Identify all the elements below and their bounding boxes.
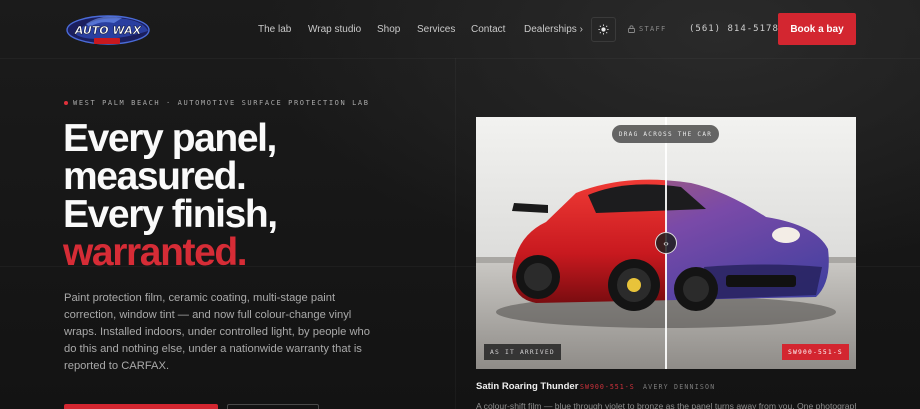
- caption-title: Satin Roaring Thunder: [476, 381, 579, 392]
- brand-logo-mark: AUTO WAX: [66, 15, 150, 45]
- hero-eyebrow: WEST PALM BEACH · AUTOMOTIVE SURFACE PRO…: [64, 99, 370, 107]
- caption-description: A colour-shift film — blue through viole…: [476, 401, 856, 409]
- before-label: AS IT ARRIVED: [484, 344, 561, 360]
- staff-login-link[interactable]: STAFF: [628, 25, 667, 33]
- grid-line: [455, 58, 456, 409]
- hero-lead-paragraph: Paint protection film, ceramic coating, …: [64, 292, 370, 372]
- caption-code: SW900-551-S: [580, 383, 635, 391]
- page: AUTO WAX The lab Wrap studio Shop Servic…: [0, 0, 920, 409]
- header-divider: [0, 58, 920, 59]
- nav-services[interactable]: Services: [417, 24, 455, 35]
- hero-headline: Every panel, measured. Every finish, war…: [63, 117, 278, 274]
- drag-hint-pill: DRAG ACROSS THE CAR: [612, 125, 719, 143]
- lock-icon: [628, 25, 635, 33]
- brand-logo[interactable]: AUTO WAX: [64, 9, 154, 49]
- logo-wordmark: AUTO WAX: [74, 24, 142, 37]
- caption-brand: AVERY DENNISON: [643, 383, 716, 391]
- drag-arrows-icon: ‹›: [663, 238, 669, 248]
- nav-wrap-studio[interactable]: Wrap studio: [308, 24, 361, 35]
- sun-icon: [598, 24, 609, 35]
- hero-secondary-button[interactable]: [227, 404, 319, 409]
- nav-dealerships[interactable]: Dealerships ›: [524, 24, 583, 35]
- nav-contact[interactable]: Contact: [471, 24, 505, 35]
- nav-shop[interactable]: Shop: [377, 24, 400, 35]
- nav-the-lab[interactable]: The lab: [258, 24, 291, 35]
- compare-slider-handle[interactable]: ‹›: [655, 232, 677, 254]
- hero-primary-button[interactable]: [64, 404, 218, 409]
- headline-line: measured.: [63, 155, 247, 198]
- phone-link[interactable]: (561) 814-5178: [689, 24, 779, 34]
- theme-toggle-button[interactable]: [591, 17, 616, 42]
- headline-line: Every panel,: [63, 117, 277, 160]
- headline-accent: warranted.: [63, 231, 248, 274]
- staff-label: STAFF: [639, 25, 667, 33]
- after-label: SW900-551-S: [782, 344, 849, 360]
- book-a-bay-button[interactable]: Book a bay: [778, 13, 856, 45]
- red-dot-icon: [64, 101, 68, 105]
- hero-eyebrow-text: WEST PALM BEACH · AUTOMOTIVE SURFACE PRO…: [73, 99, 370, 107]
- headline-line: Every finish,: [63, 193, 278, 236]
